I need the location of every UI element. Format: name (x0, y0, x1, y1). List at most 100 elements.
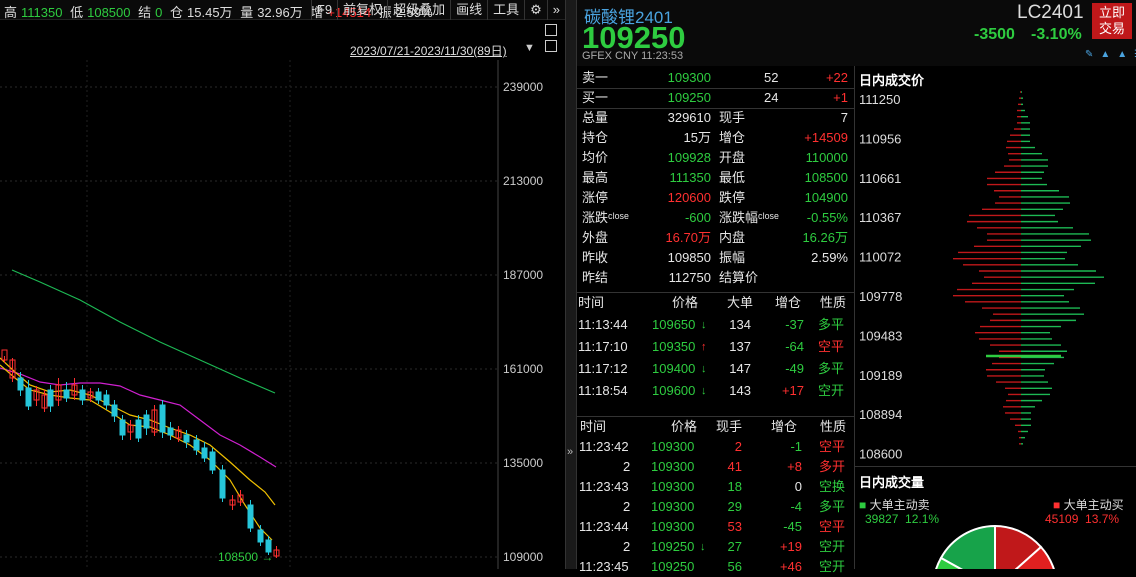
range-dropdown-icon[interactable]: ▼ (524, 42, 535, 54)
price-level-label: 110367 (859, 210, 901, 225)
table-cell: 11:17:12 (578, 361, 628, 376)
table-cell: +17 (781, 383, 804, 398)
table-row: 2 109250 ↓ 27 +19 空开 (577, 537, 854, 557)
quote-cell: 昨收 (582, 250, 609, 265)
column-header: 性质 (820, 295, 847, 310)
quote-cell: 昨结 (582, 270, 609, 285)
table-cell: 109600 (652, 383, 696, 398)
expand-icon[interactable]: » (546, 0, 565, 20)
tick-table: 时间 价格 现手 增仓 性质 11:23:42 109300 2 -1 空平 2 109300 41 +8… (577, 416, 854, 574)
low-price-marker: 108500 → (218, 550, 273, 564)
quote-cell: 买一 (582, 90, 609, 105)
direction-arrow: ↑ (701, 341, 707, 353)
table-cell: 空平 (819, 519, 846, 534)
draw-button[interactable]: 画线 (450, 0, 487, 20)
table-cell: 109400 (652, 361, 696, 376)
quote-row: 买一 109250 24 +1 (577, 88, 854, 108)
quote-cell: 跌停 (719, 190, 746, 205)
panel-separator (855, 466, 1136, 467)
quote-cell: 15万 (683, 130, 711, 145)
table-cell: 11:17:10 (578, 339, 628, 354)
volume-profile[interactable]: 111250 110956 110661 110367 110072 109778 1094… (855, 86, 1136, 466)
table-cell: 11:23:43 (579, 479, 629, 494)
direction-arrow: ↓ (700, 541, 706, 553)
quote-cell: 最高 (582, 170, 609, 185)
table-cell: 多平 (818, 361, 845, 376)
tools-button[interactable]: 工具 (487, 0, 524, 20)
quote-cell: 16.70万 (665, 230, 711, 245)
panel-icon[interactable] (545, 24, 557, 36)
table-cell: 137 (729, 339, 751, 354)
price-level-label: 108894 (859, 407, 902, 422)
quote-row: 最高 111350 最低 108500 (577, 168, 854, 188)
quote-row: 昨收 109850 振幅 2.59% (577, 248, 854, 268)
candle (47, 389, 54, 407)
price-level-label: 110072 (859, 250, 901, 265)
ma60-line (11, 269, 276, 394)
table-cell: 多平 (819, 499, 846, 514)
candle (63, 389, 70, 399)
gear-icon[interactable]: ⚙ (524, 0, 547, 20)
quote-cell: 最低 (719, 170, 746, 185)
quote-cell: 52 (764, 70, 779, 85)
intraday-volume-title: 日内成交量 (859, 475, 925, 490)
quote-cell: 涨跌幅ᶜˡᵒˢᵉ (719, 210, 779, 225)
candle (111, 404, 118, 417)
table-row: 11:23:44 109300 53 -45 空平 (577, 517, 854, 537)
y-tick-label: 239000 (503, 80, 543, 94)
kline-chart[interactable]: 239000 213000 187000 161000 135000 109000 1085… (0, 60, 565, 569)
column-header: 价格 (671, 419, 698, 434)
table-cell: 2 (734, 439, 742, 454)
table-cell: 109300 (651, 479, 695, 494)
table-cell: 空开 (818, 383, 845, 398)
collapse-icon[interactable]: » (567, 446, 573, 458)
quote-row: 持仓 15万 增仓 +14509 (577, 128, 854, 148)
table-cell: 空开 (819, 539, 846, 554)
candle (167, 427, 174, 436)
quote-row: 外盘 16.70万 内盘 16.26万 (577, 228, 854, 248)
table-row: 11:13:44 109650 ↓ 134 -37 多平 (577, 315, 854, 335)
date-range[interactable]: 2023/07/21-2023/11/30(89日) (350, 42, 507, 59)
quote-row: 均价 109928 开盘 110000 (577, 148, 854, 168)
stats-bar: 高 111350 低 108500 结0 仓 15.45万 量 32.96万 增 +145… (0, 0, 565, 20)
quote-cell: +1 (833, 90, 848, 105)
overlay-button[interactable]: 超级叠加 (387, 0, 450, 20)
low-value: 108500 (87, 5, 131, 20)
quote-cell: 108500 (804, 170, 848, 185)
table-cell: +19 (779, 539, 802, 554)
quote-row: 涨停 120600 跌停 104900 (577, 188, 854, 208)
candle (135, 419, 142, 439)
quote-cell: 109928 (667, 150, 711, 165)
candle (257, 529, 264, 543)
candle (103, 394, 110, 406)
layout-icon[interactable] (545, 40, 557, 52)
quote-cell: 329610 (667, 110, 711, 125)
table-cell: 109250 (651, 539, 695, 554)
table-cell: +46 (779, 559, 802, 574)
column-header: 时间 (580, 419, 607, 434)
trade-button[interactable]: 立即 交易 (1092, 3, 1132, 39)
panel-divider[interactable]: » (565, 0, 577, 569)
table-cell: -37 (785, 317, 804, 332)
quote-cell: 现手 (719, 110, 746, 125)
volume-value: 32.96万 (257, 5, 303, 20)
table-cell: 18 (727, 479, 742, 494)
quote-row: 总量 329610 现手 7 (577, 108, 854, 128)
column-header: 价格 (672, 295, 699, 310)
candle (209, 451, 216, 471)
adjust-button[interactable]: 前复权 (337, 0, 387, 20)
table-cell: -64 (785, 339, 804, 354)
f9-button[interactable]: F9 (310, 0, 337, 20)
column-header: 增仓 (775, 295, 802, 310)
column-header: 性质 (820, 419, 847, 434)
table-cell: 134 (729, 317, 751, 332)
big-trade-table: 时间 价格 大单 增仓 性质 11:13:44 109650 ↓ 134 -37 多平 11:17:1… (577, 292, 854, 412)
direction-arrow: ↓ (701, 363, 707, 375)
direction-arrow: ↓ (701, 319, 707, 331)
y-tick-label: 161000 (503, 362, 543, 376)
header-icons[interactable]: ✎▲▲☰ (1085, 49, 1136, 60)
quote-cell: 7 (840, 110, 848, 125)
quote-cell: 112750 (668, 270, 711, 285)
candle (193, 439, 200, 451)
candle (159, 404, 166, 433)
